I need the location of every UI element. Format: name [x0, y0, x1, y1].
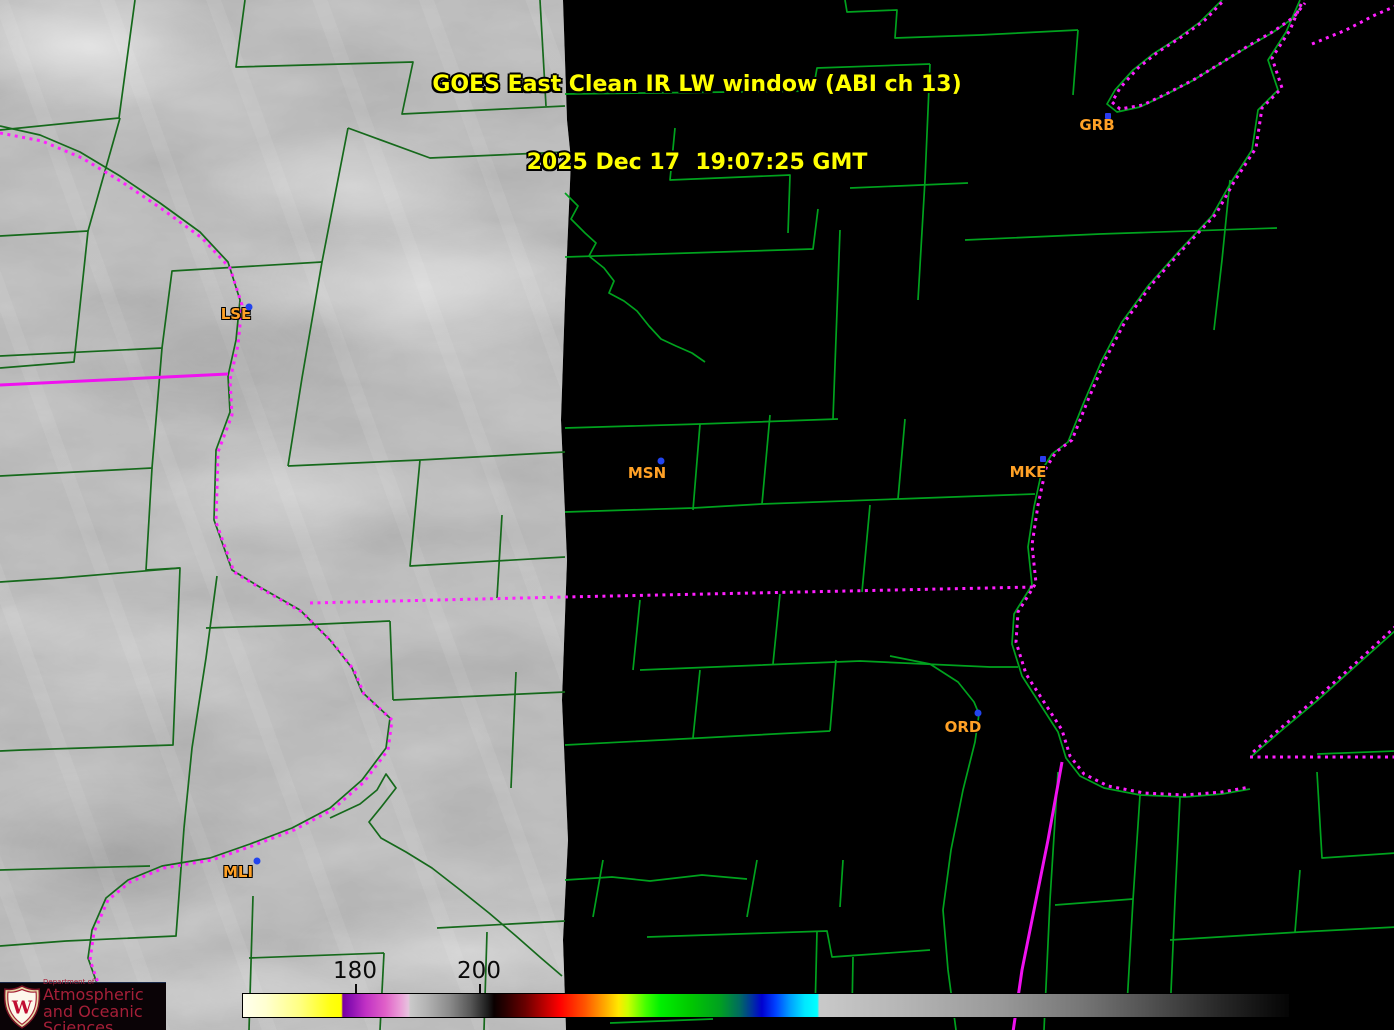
state-borders-solid [0, 374, 1062, 1030]
temperature-colorbar [242, 993, 1290, 1018]
county-lines-right-path [1170, 797, 1180, 1015]
colorbar-tick-label-200: 200 [457, 960, 501, 983]
county-lines-left-path [0, 866, 150, 870]
county-lines-right-path [965, 228, 1277, 240]
city-label-mli: MLI [223, 863, 253, 881]
county-lines-left-path [330, 774, 562, 976]
county-lines-right-path [565, 731, 830, 745]
state-borders-dotted-path [1252, 626, 1394, 753]
city-dot-ord [975, 710, 982, 717]
aos-logo: W Department of Atmospheric and Oceanic … [0, 982, 166, 1030]
state-borders-dotted-path [0, 133, 392, 1030]
colorbar-tick-mark [355, 984, 357, 993]
county-lines-right-path [1170, 927, 1394, 940]
county-lines-right-path [1317, 751, 1394, 754]
city-dot-lse [246, 304, 253, 311]
aos-logo-text: Department of Atmospheric and Oceanic Sc… [43, 979, 166, 1030]
county-lines-right-path [1317, 772, 1394, 858]
county-lines-right-path [693, 424, 700, 510]
county-lines-right-path [633, 600, 640, 670]
city-label-ord: ORD [945, 718, 982, 736]
county-lines-left-path [393, 692, 565, 700]
county-lines-right-path [1055, 899, 1133, 905]
county-lines-left-path [437, 921, 565, 928]
county-lines-left-path [0, 568, 180, 751]
colorbar-tick-mark [479, 984, 481, 993]
county-lines-right-path [640, 661, 1018, 670]
county-lines-left-path [380, 953, 384, 1030]
svg-text:W: W [11, 998, 33, 1019]
state-borders-solid-path [0, 374, 228, 385]
county-lines-left-path [0, 231, 88, 368]
county-lines-right-path [647, 931, 930, 957]
state-borders-solid-path [1013, 762, 1062, 1030]
county-lines-right-path [1295, 870, 1300, 932]
county-lines-left-path [497, 515, 502, 598]
city-label-mke: MKE [1010, 463, 1047, 481]
state-borders-dotted-path [310, 587, 1035, 603]
satellite-image-viewer: GRBLSEMSNMKEORDMLI GOES East Clean IR LW… [0, 0, 1394, 1030]
county-lines-right-path [747, 860, 757, 917]
timestamp: 2025 Dec 17 19:07:25 GMT [0, 150, 1394, 176]
logo-line-2: and Oceanic Sciences [43, 1004, 166, 1030]
county-lines-right-path [840, 860, 843, 907]
city-dot-mke [1040, 456, 1046, 462]
county-lines-left-path [0, 262, 322, 356]
county-lines-left-path [206, 621, 390, 628]
county-lines-left-path [66, 828, 184, 941]
title-line-1: GOES East Clean IR LW window (ABI ch 13) [0, 72, 1394, 98]
city-label-msn: MSN [628, 464, 666, 482]
county-lines-right-path [830, 660, 836, 731]
county-lines-right-path [565, 419, 838, 428]
county-lines-right-path [890, 656, 979, 1030]
county-lines-left-path [184, 576, 217, 828]
county-lines-left-path [0, 348, 162, 476]
county-lines-left-path [288, 452, 565, 466]
county-lines-right-path [898, 419, 905, 499]
county-lines-left-path [146, 468, 180, 570]
city-dot-mli [254, 858, 261, 865]
logo-line-1: Atmospheric [43, 987, 166, 1003]
uw-crest-icon: W [3, 985, 41, 1029]
county-lines-right-path [833, 230, 840, 419]
county-lines-left-path [390, 621, 393, 700]
county-lines-right-path [565, 504, 762, 512]
city-dot-msn [658, 458, 665, 465]
county-lines-left-path [0, 941, 66, 946]
colorbar-tick-label-180: 180 [333, 960, 377, 983]
county-lines-right-path [862, 505, 870, 592]
county-lines-right-path [565, 875, 747, 881]
county-lines-left-path [410, 460, 565, 566]
image-title: GOES East Clean IR LW window (ABI ch 13)… [0, 20, 1394, 228]
county-lines-right-path [593, 860, 603, 917]
county-lines-right-path [610, 1019, 713, 1023]
county-lines-left-path [511, 672, 516, 788]
county-lines-right-path [1044, 772, 1058, 1030]
county-lines-right-path [693, 670, 700, 738]
county-lines-right-path [773, 594, 780, 664]
county-lines-right-path [762, 415, 770, 504]
